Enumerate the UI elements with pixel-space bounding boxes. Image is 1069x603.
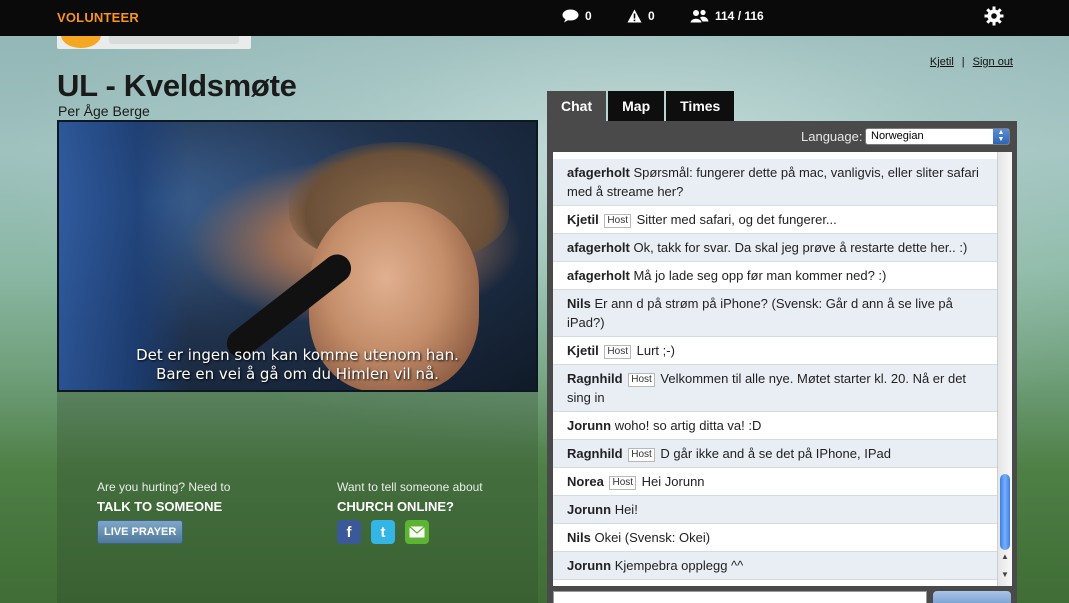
subtitle-line-2: Bare en vei å gå om du Himlen vil nå. bbox=[156, 365, 439, 383]
chat-scrollbar[interactable]: ▲ ▼ bbox=[997, 152, 1012, 586]
share-promo-text: Want to tell someone about bbox=[337, 480, 483, 494]
sign-out-link[interactable]: Sign out bbox=[973, 56, 1013, 68]
chat-message-text: Ok, takk for svar. Da skal jeg prøve å r… bbox=[633, 240, 968, 255]
chat-message-author[interactable]: Kjetil bbox=[567, 343, 599, 358]
subtitle-line-1: Det er ingen som kan komme utenom han. bbox=[136, 346, 459, 364]
chat-message-author[interactable]: afagerholt bbox=[567, 268, 630, 283]
panel-tabs: Chat Map Times bbox=[547, 91, 735, 121]
attendance-counter[interactable]: 114 / 116 bbox=[690, 9, 764, 23]
chat-message-text: Sitter med safari, og det fungerer... bbox=[636, 212, 837, 227]
logo-mark bbox=[61, 36, 101, 48]
attendance-count: 114 / 116 bbox=[715, 9, 764, 23]
chat-message: Ragnhild Host D går ikke and å se det på… bbox=[553, 440, 997, 468]
chat-message-text: Er ann d på strøm på iPhone? (Svensk: Gå… bbox=[567, 296, 953, 330]
user-links: Kjetil | Sign out bbox=[930, 56, 1013, 68]
chat-message-text: woho! so artig ditta va! :D bbox=[614, 418, 762, 433]
host-badge: Host bbox=[604, 214, 631, 228]
chat-message-author[interactable]: Jorunn bbox=[567, 418, 611, 433]
email-icon[interactable] bbox=[405, 520, 429, 544]
chat-message-text: Må jo lade seg opp før man kommer ned? :… bbox=[633, 268, 887, 283]
church-logo[interactable] bbox=[57, 36, 251, 49]
volunteer-link[interactable]: VOLUNTEER bbox=[57, 10, 139, 25]
chat-message: Nils Er ann d på strøm på iPhone? (Svens… bbox=[553, 290, 997, 337]
tab-map[interactable]: Map bbox=[608, 91, 665, 121]
chat-message-text: Hei! bbox=[614, 502, 638, 517]
chat-message: Jorunn woho! so artig ditta va! :D bbox=[553, 412, 997, 440]
top-bar: VOLUNTEER 0 0 114 / 116 bbox=[0, 0, 1069, 36]
twitter-icon[interactable]: t bbox=[371, 520, 395, 544]
page-subtitle: Per Åge Berge bbox=[58, 103, 150, 119]
tab-chat[interactable]: Chat bbox=[547, 91, 607, 121]
chat-message-text: Hei Jorunn bbox=[641, 474, 705, 489]
chat-message-author[interactable]: Norea bbox=[567, 474, 604, 489]
chat-message: afagerholt Spørsmål: fungerer dette på m… bbox=[553, 159, 997, 206]
share-promo: Want to tell someone about CHURCH ONLINE… bbox=[337, 480, 483, 544]
prayer-promo-text: Are you hurting? Need to bbox=[97, 480, 231, 494]
gear-icon[interactable] bbox=[984, 6, 1004, 26]
prayer-promo-heading: TALK TO SOMEONE bbox=[97, 499, 223, 514]
comment-icon bbox=[562, 9, 579, 23]
comments-count: 0 bbox=[585, 9, 592, 23]
chat-message-text: Lurt ;-) bbox=[636, 343, 675, 358]
video-subtitles: Det er ingen som kan komme utenom han. B… bbox=[59, 346, 536, 384]
message-list: afagerholt Spørsmål: fungerer dette på m… bbox=[553, 159, 997, 586]
chat-message-author[interactable]: afagerholt bbox=[567, 240, 630, 255]
logo-wordmark bbox=[109, 36, 239, 44]
chat-message: afagerholt Ok, takk for svar. Da skal je… bbox=[553, 234, 997, 262]
tab-times[interactable]: Times bbox=[666, 91, 735, 121]
page-title: UL - Kveldsmøte bbox=[57, 68, 297, 103]
host-badge: Host bbox=[628, 373, 655, 387]
chat-message: Lars Inge Hei folkens :D bbox=[553, 580, 997, 586]
alerts-count: 0 bbox=[648, 9, 655, 23]
chat-message: Ragnhild Host Velkommen til alle nye. Mø… bbox=[553, 365, 997, 412]
send-button[interactable] bbox=[933, 591, 1011, 603]
user-links-separator: | bbox=[961, 56, 965, 68]
video-player[interactable]: Det er ingen som kan komme utenom han. B… bbox=[57, 120, 538, 392]
language-selected: Norwegian bbox=[871, 130, 924, 142]
chat-message-author[interactable]: Kjetil bbox=[567, 212, 599, 227]
share-icons: f t bbox=[337, 520, 483, 544]
scroll-down-arrow-icon[interactable]: ▼ bbox=[998, 568, 1012, 582]
people-icon bbox=[690, 9, 709, 23]
facebook-icon[interactable]: f bbox=[337, 520, 361, 544]
chat-message: Norea Host Hei Jorunn bbox=[553, 468, 997, 496]
chat-message: Jorunn Kjempebra opplegg ^^ bbox=[553, 552, 997, 580]
chat-message: Kjetil Host Sitter med safari, og det fu… bbox=[553, 206, 997, 234]
chat-message: afagerholt Må jo lade seg opp før man ko… bbox=[553, 262, 997, 290]
chat-panel: Language: Norwegian ▲ ▼ afagerholt Spørsm… bbox=[547, 121, 1017, 603]
chat-message: Jorunn Hei! bbox=[553, 496, 997, 524]
chat-message-text: Okei (Svensk: Okei) bbox=[594, 530, 711, 545]
scroll-thumb[interactable] bbox=[1000, 474, 1010, 550]
select-arrows-icon: ▲ ▼ bbox=[993, 129, 1009, 144]
chat-message-author[interactable]: afagerholt bbox=[567, 165, 630, 180]
chat-message-author[interactable]: Ragnhild bbox=[567, 371, 623, 386]
comments-counter[interactable]: 0 bbox=[562, 9, 592, 23]
host-badge: Host bbox=[628, 448, 655, 462]
language-label: Language: bbox=[801, 129, 863, 144]
chat-message-author[interactable]: Jorunn bbox=[567, 502, 611, 517]
host-badge: Host bbox=[609, 476, 637, 490]
host-badge: Host bbox=[604, 345, 631, 359]
chat-message: Kjetil Host Lurt ;-) bbox=[553, 337, 997, 365]
chat-message-text: Kjempebra opplegg ^^ bbox=[614, 558, 744, 573]
alerts-counter[interactable]: 0 bbox=[627, 9, 655, 23]
language-select[interactable]: Norwegian ▲ ▼ bbox=[865, 128, 1010, 145]
alert-icon bbox=[627, 9, 642, 23]
chat-message-author[interactable]: Nils bbox=[567, 296, 591, 311]
prayer-promo: Are you hurting? Need to TALK TO SOMEONE… bbox=[97, 480, 230, 544]
chat-message-text: Velkommen til alle nye. Møtet starter kl… bbox=[567, 371, 967, 405]
chat-message-author[interactable]: Nils bbox=[567, 530, 591, 545]
chat-input[interactable] bbox=[553, 591, 927, 603]
user-profile-link[interactable]: Kjetil bbox=[930, 56, 954, 68]
chat-message-text: D går ikke and å se det på IPhone, IPad bbox=[660, 446, 891, 461]
chat-message: Nils Okei (Svensk: Okei) bbox=[553, 524, 997, 552]
share-promo-heading: CHURCH ONLINE? bbox=[337, 499, 454, 514]
chat-message-author[interactable]: Jorunn bbox=[567, 558, 611, 573]
live-prayer-button[interactable]: LIVE PRAYER bbox=[97, 520, 184, 544]
chat-message-author[interactable]: Ragnhild bbox=[567, 446, 623, 461]
scroll-up-arrow-icon[interactable]: ▲ bbox=[998, 550, 1012, 564]
chat-messages[interactable]: afagerholt Spørsmål: fungerer dette på m… bbox=[553, 152, 1012, 586]
